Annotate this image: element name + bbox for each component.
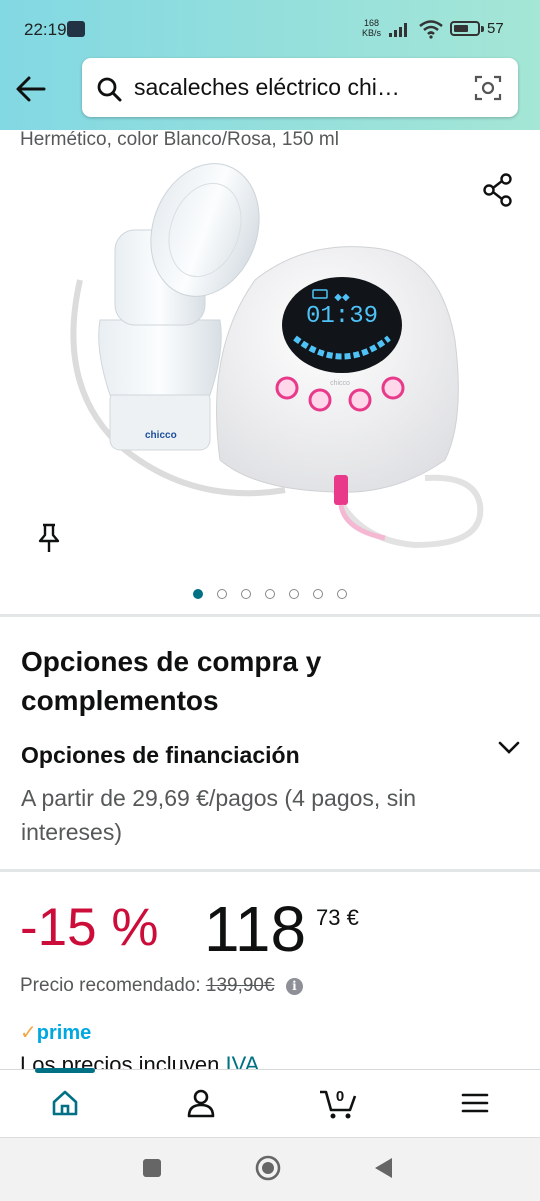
cart-count: 0 bbox=[336, 1088, 344, 1105]
unit-brand-label: chicco bbox=[330, 380, 350, 387]
search-input[interactable]: sacaleches eléctrico chi… bbox=[134, 74, 454, 101]
purchase-options-heading: Opciones de compra y complementos bbox=[21, 646, 322, 716]
status-bar: 22:19 168 KB/s 57 bbox=[0, 0, 540, 60]
account-icon[interactable] bbox=[186, 1088, 216, 1118]
recent-apps-icon[interactable] bbox=[142, 1158, 162, 1178]
price-currency: € bbox=[346, 905, 359, 930]
recommended-price: Precio recomendado: 139,90€ i bbox=[20, 975, 303, 997]
network-speed-value: 168 bbox=[363, 18, 380, 28]
display-time: 01:39 bbox=[306, 303, 378, 330]
carousel-dot[interactable] bbox=[217, 589, 227, 599]
back-arrow-icon[interactable] bbox=[14, 74, 48, 104]
prime-label: prime bbox=[36, 1022, 92, 1044]
info-icon[interactable]: i bbox=[285, 978, 303, 995]
battery-tip bbox=[481, 26, 484, 32]
back-button-icon[interactable] bbox=[372, 1156, 396, 1180]
network-speed: 168 KB/s bbox=[362, 18, 381, 38]
network-speed-unit: KB/s bbox=[362, 28, 382, 38]
status-time: 22:19 bbox=[24, 20, 67, 39]
cart-icon[interactable]: 0 bbox=[318, 1084, 358, 1120]
divider bbox=[0, 614, 540, 617]
battery-icon bbox=[450, 21, 480, 36]
product-subtitle: Hermético, color Blanco/Rosa, 150 ml bbox=[20, 129, 339, 150]
wifi-icon bbox=[419, 20, 443, 39]
active-tab-indicator bbox=[35, 1068, 95, 1073]
search-icon bbox=[97, 77, 122, 102]
menu-icon[interactable] bbox=[460, 1088, 490, 1118]
bottom-navigation bbox=[0, 1069, 540, 1138]
prime-badge: ✓prime bbox=[20, 1020, 91, 1045]
carousel-dot[interactable] bbox=[193, 589, 203, 599]
price-fraction: 73 € bbox=[316, 905, 359, 931]
svg-text:◆◆: ◆◆ bbox=[334, 292, 350, 303]
divider bbox=[0, 869, 540, 872]
battery-percent: 57 bbox=[487, 20, 504, 37]
search-bar[interactable]: sacaleches eléctrico chi… bbox=[82, 58, 518, 117]
discount-percent: -15 % bbox=[20, 898, 159, 957]
notification-app-icon bbox=[67, 21, 85, 37]
recommended-price-value: 139,90€ bbox=[205, 975, 275, 996]
carousel-dot[interactable] bbox=[265, 589, 275, 599]
home-button-icon[interactable] bbox=[254, 1154, 282, 1182]
carousel-indicator[interactable] bbox=[0, 589, 540, 599]
financing-text: A partir de 29,69 €/pagos (4 pagos, sin … bbox=[21, 785, 417, 845]
home-icon[interactable] bbox=[50, 1088, 80, 1118]
price-whole: 118 bbox=[204, 893, 307, 965]
pin-icon[interactable] bbox=[36, 522, 62, 554]
price-cents: 73 bbox=[316, 905, 341, 930]
carousel-dot[interactable] bbox=[313, 589, 323, 599]
system-navigation-bar bbox=[0, 1137, 540, 1201]
carousel-dot[interactable] bbox=[337, 589, 347, 599]
tax-link[interactable]: IVA bbox=[225, 1052, 259, 1070]
signal-icon bbox=[389, 23, 407, 37]
chevron-down-icon[interactable] bbox=[496, 738, 522, 758]
prime-check-icon: ✓ bbox=[20, 1022, 37, 1044]
camera-search-icon[interactable] bbox=[474, 74, 502, 102]
bottle-brand-label: chicco bbox=[145, 430, 177, 441]
financing-title[interactable]: Opciones de financiación bbox=[21, 742, 300, 769]
carousel-dot[interactable] bbox=[241, 589, 251, 599]
recommended-price-label: Precio recomendado: bbox=[20, 975, 201, 996]
product-image[interactable]: chicco ◆◆ 01:39 chicco bbox=[55, 160, 495, 560]
carousel-dot[interactable] bbox=[289, 589, 299, 599]
